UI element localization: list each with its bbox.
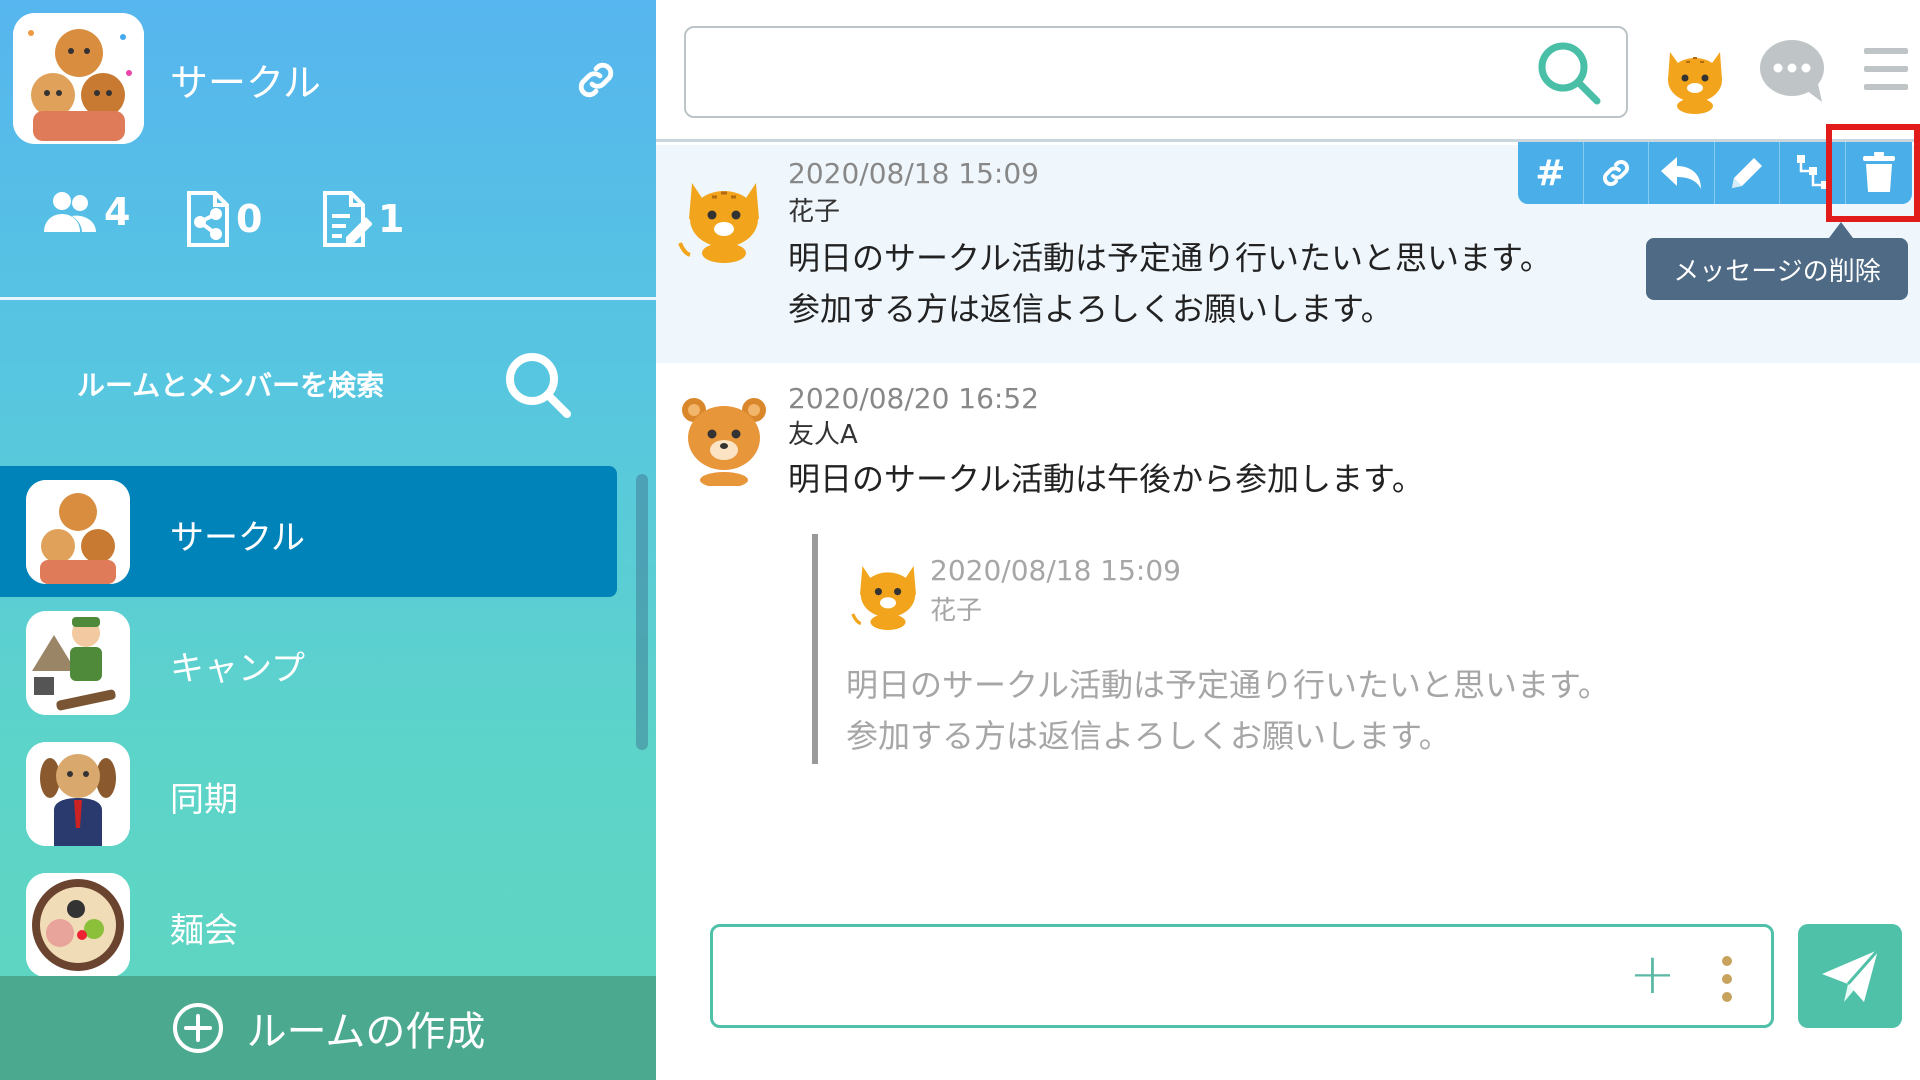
- plus-circle-icon: [172, 1003, 223, 1053]
- link-icon: [1602, 159, 1629, 187]
- top-bar: [656, 0, 1920, 142]
- room-avatar: [26, 742, 130, 846]
- room-list-scrollbar[interactable]: [636, 474, 648, 750]
- message-search-input[interactable]: [706, 42, 1526, 102]
- cat-avatar: [674, 163, 774, 263]
- room-item-circle[interactable]: サークル: [0, 466, 617, 597]
- message-composer[interactable]: +: [710, 924, 1774, 1028]
- quoted-body: 明日のサークル活動は予定通り行いたいと思います。 参加する方は返信よろしくお願い…: [846, 660, 1610, 762]
- copy-link-button[interactable]: [1584, 142, 1650, 204]
- message-body: 明日のサークル活動は予定通り行いたいと思います。 参加する方は返信よろしくお願い…: [788, 233, 1552, 335]
- room-avatar: [26, 480, 130, 584]
- hamburger-menu-icon[interactable]: [1862, 46, 1910, 92]
- message-line: 参加する方は返信よろしくお願いします。: [788, 290, 1393, 328]
- message-search[interactable]: [684, 26, 1628, 118]
- file-count-value: 0: [236, 197, 263, 241]
- search-label: ルームとメンバーを検索: [77, 369, 385, 402]
- send-button[interactable]: [1798, 924, 1902, 1028]
- paper-plane-icon: [1822, 949, 1880, 1002]
- quoted-timestamp: 2020/08/18 15:09: [930, 554, 1181, 587]
- delete-highlight-box: [1826, 124, 1920, 222]
- file-count[interactable]: 0: [186, 190, 262, 248]
- members-icon: [44, 192, 96, 232]
- note-count-value: 1: [378, 197, 405, 241]
- message-timestamp: 2020/08/18 15:09: [788, 157, 1039, 190]
- quoted-line: 参加する方は返信よろしくお願いします。: [846, 717, 1451, 755]
- hash-icon: #: [1535, 152, 1566, 194]
- room-name: サークル: [170, 518, 305, 558]
- plus-icon[interactable]: +: [1629, 947, 1676, 1003]
- message-body: 明日のサークル活動は午後から参加します。: [788, 454, 1424, 505]
- room-avatar: [26, 873, 130, 977]
- note-edit-icon: [323, 191, 372, 247]
- bear-avatar: [674, 386, 774, 488]
- create-room-button[interactable]: ルームの作成: [0, 976, 656, 1080]
- room-list: サークル キャンプ 同期 麺会: [0, 466, 656, 977]
- sidebar-header: サークル 4 0 1: [0, 0, 656, 300]
- pencil-icon: [1732, 158, 1763, 188]
- message-input[interactable]: [733, 947, 1593, 1007]
- room-item-peers[interactable]: 同期: [0, 728, 617, 859]
- edit-button[interactable]: [1715, 142, 1781, 204]
- room-name: 麺会: [170, 911, 238, 951]
- message-author[interactable]: 友人A: [788, 414, 858, 451]
- reply-icon: [1661, 157, 1702, 189]
- cat-avatar: [848, 550, 928, 630]
- message-line: 明日のサークル活動は午後から参加します。: [788, 460, 1424, 498]
- chat-bubble-icon[interactable]: [1756, 36, 1830, 106]
- search-icon[interactable]: [1534, 38, 1604, 108]
- quoted-author: 花子: [930, 596, 983, 626]
- room-title: サークル: [170, 61, 321, 105]
- room-name: キャンプ: [170, 649, 305, 689]
- share-file-icon: [187, 191, 229, 247]
- chat-panel: 2020/08/18 15:09 花子 明日のサークル活動は予定通り行いたいと思…: [656, 0, 1920, 1080]
- message-timestamp: 2020/08/20 16:52: [788, 382, 1039, 415]
- message-line: 明日のサークル活動は予定通り行いたいと思います。: [788, 239, 1552, 277]
- note-count[interactable]: 1: [322, 190, 404, 248]
- quoted-message[interactable]: 2020/08/18 15:09 花子 明日のサークル活動は予定通り行いたいと思…: [812, 534, 1712, 764]
- member-count-value: 4: [104, 190, 131, 234]
- message-author[interactable]: 花子: [788, 191, 840, 228]
- room-avatar: [26, 611, 130, 715]
- more-options-icon[interactable]: [1717, 953, 1737, 1005]
- hash-button[interactable]: #: [1518, 142, 1584, 204]
- search-icon[interactable]: [502, 349, 574, 421]
- tooltip-arrow: [1829, 222, 1853, 238]
- delete-tooltip: メッセージの削除: [1646, 238, 1908, 300]
- user-avatar[interactable]: [1656, 36, 1734, 114]
- member-count[interactable]: 4: [42, 190, 130, 234]
- room-name: 同期: [170, 780, 238, 820]
- room-item-camp[interactable]: キャンプ: [0, 597, 617, 728]
- room-avatar[interactable]: [13, 13, 144, 144]
- reply-button[interactable]: [1649, 142, 1715, 204]
- sidebar: サークル 4 0 1 ルームとメンバーを検索 サークル キャンプ 同期 麺会 ル…: [0, 0, 656, 1080]
- link-icon[interactable]: [572, 56, 620, 104]
- room-item-noodle[interactable]: 麺会: [0, 859, 617, 990]
- create-room-label: ルームの作成: [246, 1009, 486, 1055]
- quoted-line: 明日のサークル活動は予定通り行いたいと思います。: [846, 666, 1610, 704]
